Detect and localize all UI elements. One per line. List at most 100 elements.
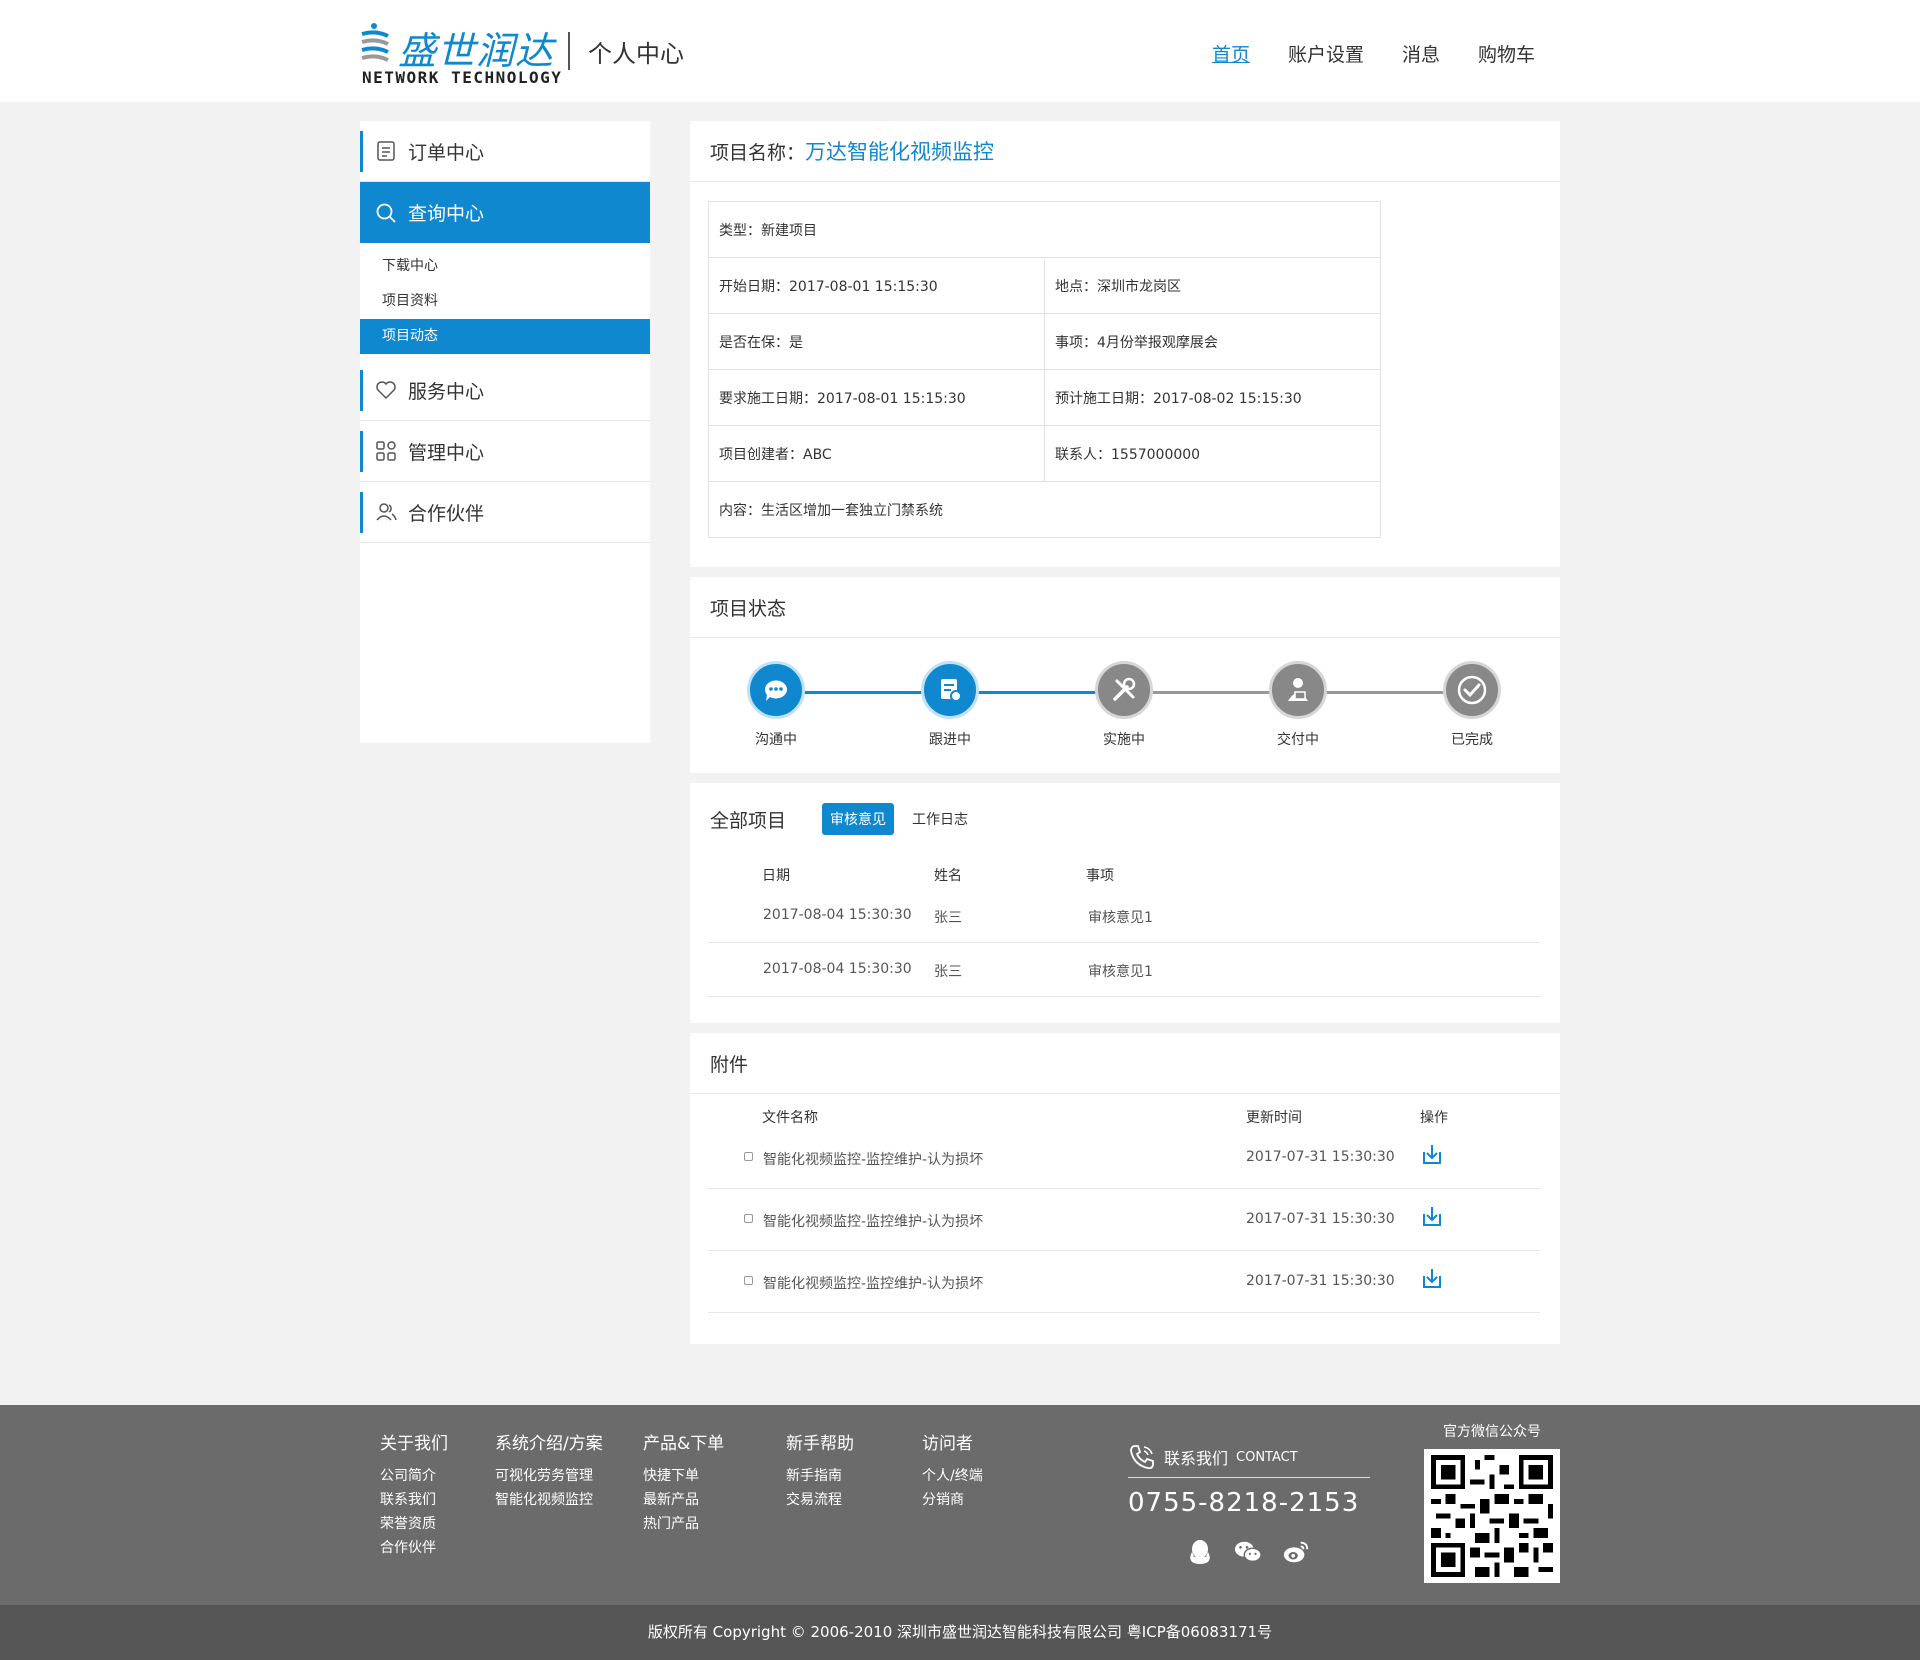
cell-date: 2017-08-04 15:30:30	[763, 961, 912, 977]
footer-link[interactable]: 合作伙伴	[380, 1536, 448, 1560]
nav-home[interactable]: 首页	[1212, 40, 1250, 67]
footer-link[interactable]: 联系我们	[380, 1488, 448, 1512]
project-start-date: 开始日期：2017-08-01 15:15:30	[708, 257, 1045, 314]
attachment-checkbox[interactable]	[744, 1214, 753, 1223]
table-row[interactable]: 2017-08-04 15:30:30 张三 审核意见1	[708, 943, 1540, 997]
footer-link[interactable]: 分销商	[922, 1488, 983, 1512]
attachment-checkbox[interactable]	[744, 1276, 753, 1285]
step-label: 交付中	[1277, 732, 1319, 748]
footer-link[interactable]: 个人/终端	[922, 1464, 983, 1488]
footer-col-title: 系统介绍/方案	[495, 1434, 603, 1454]
step-communicating: 沟通中	[716, 661, 836, 749]
attachment-file-name[interactable]: 智能化视频监控-监控维护-认为损坏	[763, 1149, 983, 1169]
col-updated: 更新时间	[1246, 1110, 1302, 1126]
form-edit-icon	[921, 661, 979, 719]
table-row[interactable]: 2017-08-04 15:30:30 张三 审核意见1	[708, 889, 1540, 943]
download-icon[interactable]	[1420, 1143, 1444, 1167]
tab-work-log[interactable]: 工作日志	[904, 803, 976, 835]
project-matter: 事项：4月份举报观摩展会	[1044, 313, 1381, 370]
sidebar: 订单中心 查询中心 下载中心 项目资料 项目动态 服务中心 管理中心 合作伙伴	[360, 121, 650, 743]
footer-link[interactable]: 新手指南	[786, 1464, 854, 1488]
copyright-bar: 版权所有 Copyright © 2006-2010 深圳市盛世润达智能科技有限…	[0, 1605, 1920, 1660]
header-divider	[568, 32, 570, 70]
attachment-row[interactable]: 智能化视频监控-监控维护-认为损坏 2017-07-31 15:30:30	[708, 1189, 1540, 1251]
attachments-title: 附件	[690, 1033, 1560, 1094]
page-title: 个人中心	[588, 40, 684, 68]
check-circle-icon	[1443, 661, 1501, 719]
tab-review-comments[interactable]: 审核意见	[822, 803, 895, 835]
col-file-name: 文件名称	[762, 1110, 818, 1126]
footer-col-title: 产品&下单	[643, 1434, 725, 1454]
attachments-panel: 附件 文件名称 更新时间 操作 智能化视频监控-监控维护-认为损坏 2017-0…	[690, 1033, 1560, 1344]
download-icon[interactable]	[1420, 1205, 1444, 1229]
document-icon	[374, 139, 398, 163]
download-icon[interactable]	[1420, 1267, 1444, 1291]
review-table: 日期 姓名 事项 2017-08-04 15:30:30 张三 审核意见1 20…	[708, 859, 1540, 997]
footer-link[interactable]: 热门产品	[643, 1512, 724, 1536]
qr-code-icon	[1424, 1449, 1560, 1583]
logo[interactable]: 盛世润达 NETWORK TECHNOLOGY	[360, 18, 563, 88]
header: 盛世润达 NETWORK TECHNOLOGY 个人中心 首页 账户设置 消息 …	[0, 0, 1920, 102]
sidebar-item-management[interactable]: 管理中心	[360, 421, 650, 482]
footer-col-title: 关于我们	[380, 1434, 448, 1454]
col-matter: 事项	[1086, 868, 1114, 884]
status-steps: 沟通中 跟进中 实施中 交付中 已完成	[690, 639, 1560, 749]
footer-link[interactable]: 快捷下单	[643, 1464, 724, 1488]
project-info-panel: 项目名称： 万达智能化视频监控 类型：新建项目 开始日期：2017-08-01 …	[690, 121, 1560, 567]
cell-matter: 审核意见1	[1088, 910, 1153, 926]
social-links	[1186, 1538, 1370, 1566]
table-header: 文件名称 更新时间 操作	[708, 1107, 1540, 1127]
logo-mark-icon	[361, 23, 389, 62]
footer-link[interactable]: 最新产品	[643, 1488, 724, 1512]
sidebar-subitem-downloads[interactable]: 下载中心	[360, 249, 650, 284]
status-title: 项目状态	[690, 577, 1560, 638]
attachment-row[interactable]: 智能化视频监控-监控维护-认为损坏 2017-07-31 15:30:30	[708, 1251, 1540, 1313]
qq-icon[interactable]	[1186, 1538, 1214, 1566]
sidebar-item-label: 管理中心	[408, 441, 485, 464]
footer-contact: 联系我们 CONTACT 0755-8218-2153	[1128, 1443, 1370, 1566]
footer-link[interactable]: 公司简介	[380, 1464, 448, 1488]
col-date: 日期	[762, 868, 790, 884]
step-implementing: 实施中	[1064, 661, 1184, 749]
project-location: 地点：深圳市龙岗区	[1044, 257, 1381, 314]
footer-link[interactable]: 可视化劳务管理	[495, 1464, 603, 1488]
phone-icon	[1130, 1445, 1154, 1470]
nav-messages[interactable]: 消息	[1402, 40, 1440, 67]
step-label: 实施中	[1103, 732, 1145, 748]
footer-col-products: 产品&下单 快捷下单 最新产品 热门产品	[643, 1429, 724, 1536]
sidebar-subitem-project-materials[interactable]: 项目资料	[360, 284, 650, 319]
weibo-icon[interactable]	[1282, 1538, 1310, 1566]
grid-icon	[374, 439, 398, 463]
attachment-updated: 2017-07-31 15:30:30	[1246, 1149, 1395, 1165]
footer-link[interactable]: 荣誉资质	[380, 1512, 448, 1536]
attachment-updated: 2017-07-31 15:30:30	[1246, 1273, 1395, 1289]
attachment-file-name[interactable]: 智能化视频监控-监控维护-认为损坏	[763, 1211, 983, 1231]
qr-label: 官方微信公众号	[1443, 1424, 1541, 1440]
attachment-updated: 2017-07-31 15:30:30	[1246, 1211, 1395, 1227]
sidebar-item-label: 订单中心	[408, 141, 485, 164]
attachment-file-name[interactable]: 智能化视频监控-监控维护-认为损坏	[763, 1273, 983, 1293]
cell-date: 2017-08-04 15:30:30	[763, 907, 912, 923]
sidebar-item-label: 合作伙伴	[408, 502, 485, 525]
footer: 关于我们 公司简介 联系我们 荣誉资质 合作伙伴 系统介绍/方案 可视化劳务管理…	[0, 1405, 1920, 1605]
sidebar-item-service[interactable]: 服务中心	[360, 360, 650, 421]
footer-link[interactable]: 交易流程	[786, 1488, 854, 1512]
sidebar-subitem-project-updates[interactable]: 项目动态	[360, 319, 650, 354]
sidebar-item-orders[interactable]: 订单中心	[360, 121, 650, 182]
footer-link[interactable]: 智能化视频监控	[495, 1488, 603, 1512]
nav-account-settings[interactable]: 账户设置	[1288, 40, 1364, 67]
footer-col-help: 新手帮助 新手指南 交易流程	[786, 1429, 854, 1512]
wechat-icon[interactable]	[1234, 1538, 1262, 1566]
logo-text-en: NETWORK TECHNOLOGY	[362, 68, 563, 87]
contact-label-en: CONTACT	[1236, 1449, 1298, 1465]
sidebar-item-query[interactable]: 查询中心	[360, 182, 650, 243]
step-label: 已完成	[1451, 732, 1493, 748]
step-completed: 已完成	[1412, 661, 1532, 749]
nav-cart[interactable]: 购物车	[1478, 40, 1535, 67]
sidebar-item-partners[interactable]: 合作伙伴	[360, 482, 650, 543]
footer-col-title: 新手帮助	[786, 1434, 854, 1454]
attachment-checkbox[interactable]	[744, 1152, 753, 1161]
wechat-qr: 官方微信公众号	[1424, 1421, 1560, 1583]
attachment-row[interactable]: 智能化视频监控-监控维护-认为损坏 2017-07-31 15:30:30	[708, 1127, 1540, 1189]
col-actions: 操作	[1420, 1110, 1448, 1126]
